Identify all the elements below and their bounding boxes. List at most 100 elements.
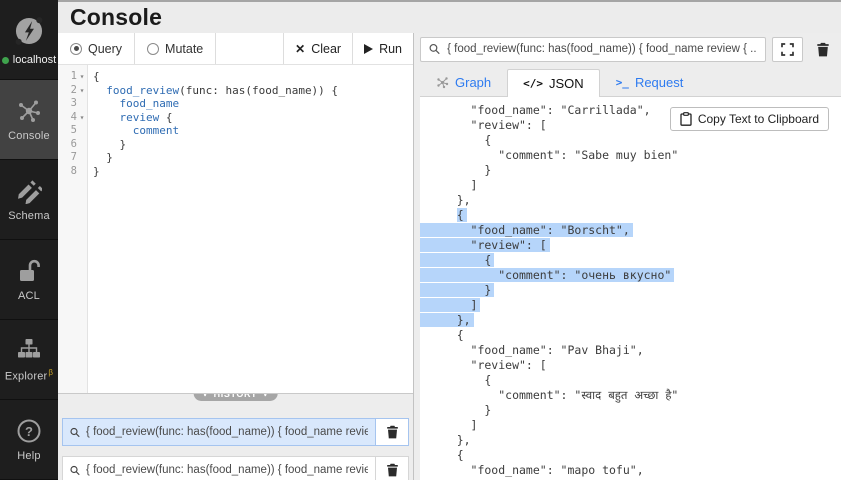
query-panel: QueryMutate ✕ Clear Run 1▾2▾34▾5678 { fo… [58,33,414,480]
history-item[interactable]: { food_review(func: has(food_name)) { fo… [62,456,409,480]
editor-line: review { [93,111,338,125]
json-code[interactable]: "food_name": "Carrillada", "review": [ {… [429,103,841,478]
query-mode-radio[interactable]: Query [58,33,135,64]
sidebar-item-explorer[interactable]: Explorerβ [0,320,58,400]
query-toolbar: QueryMutate ✕ Clear Run [58,33,413,65]
page-title: Console [70,4,162,31]
sidebar-item-label: ACL [18,290,40,302]
search-icon [429,43,440,55]
editor-line: comment [93,124,338,138]
panels: QueryMutate ✕ Clear Run 1▾2▾34▾5678 { fo… [58,33,841,480]
explorer-icon [16,336,42,362]
tab-graph[interactable]: Graph [420,68,507,96]
editor-line: food_name [93,97,338,111]
json-line: "food_name": "Pav Bhaji", [429,343,841,358]
delete-history-button[interactable] [375,457,408,480]
search-icon [70,427,80,438]
acl-icon [17,258,41,284]
json-line: "food_name": "mapo tofu", [429,463,841,478]
clear-button[interactable]: ✕ Clear [283,33,352,64]
history-query[interactable]: { food_review(func: has(food_name)) { fo… [63,419,375,445]
editor-code[interactable]: { food_review(func: has(food_name)) { fo… [88,65,338,393]
sidebar-item-label: Explorerβ [5,368,53,383]
search-icon [70,465,80,476]
terminal-icon: >_ [616,76,629,89]
history-query-text: { food_review(func: has(food_name)) { fo… [86,464,368,476]
json-line: } [429,163,841,178]
beta-badge: β [48,368,53,377]
editor-line: } [93,138,338,152]
json-line: "comment": "очень вкусно" [429,268,841,283]
query-preview-text: { food_review(func: has(food_name)) { fo… [447,43,757,55]
sidebar-item-label: Help [17,450,40,462]
history-item[interactable]: { food_review(func: has(food_name)) { fo… [62,418,409,446]
json-line: "review": [ [429,358,841,373]
json-result-view[interactable]: Copy Text to Clipboard "food_name": "Car… [420,97,841,480]
history-section: ∨ HISTORY ∨ { food_review(func: has(food… [58,393,413,480]
history-query[interactable]: { food_review(func: has(food_name)) { fo… [63,457,375,480]
app-root: localhost Console Schema ACL Explorerβ? Help… [0,0,841,480]
line-number: 5 [71,124,77,138]
editor-line: } [93,165,338,179]
line-number: 8 [71,165,77,179]
fullscreen-button[interactable] [772,37,803,62]
json-line: "comment": "Sabe muy bien" [429,148,841,163]
radio-icon [70,43,82,55]
query-preview-box[interactable]: { food_review(func: has(food_name)) { fo… [420,37,766,62]
sidebar-item-schema[interactable]: Schema [0,160,58,240]
fullscreen-icon [781,43,794,56]
toolbar-spacer [216,33,283,64]
json-line: { [429,373,841,388]
fold-marker-icon[interactable]: ▾ [77,84,87,98]
json-line: }, [429,433,841,448]
editor-line: food_review(func: has(food_name)) { [93,84,338,98]
fold-marker-icon[interactable]: ▾ [77,111,87,125]
run-label: Run [379,42,402,56]
json-line: ] [429,178,841,193]
json-line: { [429,328,841,343]
sidebar-item-console[interactable]: Console [0,80,58,160]
history-toggle[interactable]: ∨ HISTORY ∨ [193,393,278,401]
clear-label: Clear [311,42,341,56]
tab-label: Request [635,75,683,90]
copy-to-clipboard-button[interactable]: Copy Text to Clipboard [670,107,829,131]
page-header: Console [58,0,841,33]
trash-icon [386,425,399,439]
sidebar-item-label: Console [8,130,50,142]
editor-line: { [93,70,338,84]
sidebar-item-label: Schema [8,210,50,222]
json-line: { [429,133,841,148]
json-line: { [429,253,841,268]
help-icon: ? [16,418,42,444]
json-line: ] [429,418,841,433]
json-line: { [429,208,841,223]
delete-result-button[interactable] [809,37,836,62]
fold-marker-icon[interactable]: ▾ [77,70,87,84]
copy-button-label: Copy Text to Clipboard [698,112,819,126]
json-line: } [429,283,841,298]
dgraph-logo-icon [11,13,47,49]
chevron-down-icon: ∨ [202,393,208,398]
sidebar-item-help[interactable]: ? Help [0,400,58,480]
sidebar-item-localhost[interactable]: localhost [0,0,58,80]
sidebar: localhost Console Schema ACL Explorerβ? Help [0,0,58,480]
json-line: }, [429,313,841,328]
json-line: "comment": "स्वाद बहुत अच्छा है" [429,388,841,403]
json-line: } [429,403,841,418]
clear-x-icon: ✕ [295,42,305,56]
chevron-down-icon: ∨ [262,393,268,398]
connection-status-dot [2,57,9,64]
tab-json[interactable]: </>JSON [507,69,600,97]
run-button[interactable]: Run [352,33,413,64]
sidebar-item-acl[interactable]: ACL [0,240,58,320]
delete-history-button[interactable] [375,419,408,445]
mutate-mode-radio[interactable]: Mutate [135,33,216,64]
server-label: localhost [13,54,56,66]
result-query-row: { food_review(func: has(food_name)) { fo… [420,33,841,64]
result-panel: { food_review(func: has(food_name)) { fo… [414,33,841,480]
query-editor[interactable]: 1▾2▾34▾5678 { food_review(func: has(food… [58,65,413,393]
schema-icon [16,178,42,204]
json-line: { [429,448,841,463]
json-line: ] [429,298,841,313]
tab-request[interactable]: >_ Request [600,68,700,96]
